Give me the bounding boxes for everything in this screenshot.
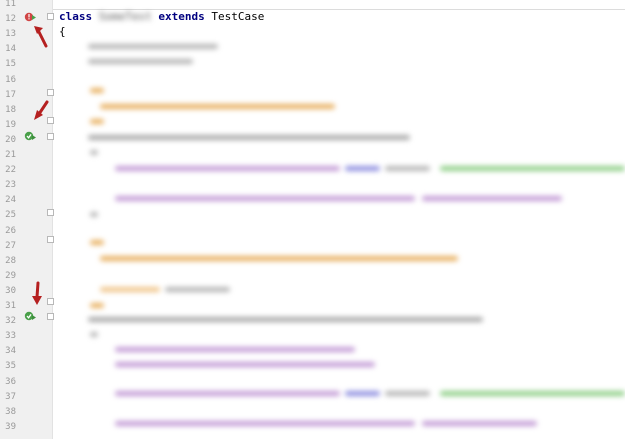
line-number: 38	[5, 406, 16, 417]
run-method-passed-icon[interactable]	[24, 130, 36, 142]
class-declaration-line[interactable]: class SomeTest extends TestCase	[59, 11, 264, 23]
line-number: 32	[5, 316, 16, 327]
line-number: 16	[5, 74, 16, 85]
line-number: 30	[5, 285, 16, 296]
line-number: 13	[5, 29, 16, 40]
line-number: 37	[5, 391, 16, 402]
line-number: 11	[5, 0, 16, 9]
run-method-passed-icon[interactable]	[24, 310, 36, 322]
line-number: 34	[5, 346, 16, 357]
line-number: 23	[5, 180, 16, 191]
fold-marker[interactable]	[47, 89, 54, 96]
fold-marker[interactable]	[47, 133, 54, 140]
fold-marker[interactable]	[47, 13, 54, 20]
fold-marker[interactable]	[47, 209, 54, 216]
fold-marker[interactable]	[47, 236, 54, 243]
line-number: 18	[5, 104, 16, 115]
line-number: 12	[5, 14, 16, 25]
line-number: 19	[5, 119, 16, 130]
red-arrow-icon	[34, 100, 49, 120]
line-number: 28	[5, 255, 16, 266]
class-name-obscured: SomeTest	[98, 10, 152, 23]
line-number: 26	[5, 225, 16, 236]
red-arrow-icon	[32, 281, 42, 305]
red-arrow-icon	[34, 26, 48, 48]
line-number: 25	[5, 210, 16, 221]
open-brace: {	[59, 25, 66, 38]
line-number: 31	[5, 301, 16, 311]
line-number: 39	[5, 421, 16, 432]
line-number: 36	[5, 376, 16, 387]
line-number: 27	[5, 240, 16, 251]
parent-class-name: TestCase	[211, 10, 265, 23]
line-number: 14	[5, 44, 16, 55]
line-number: 15	[5, 59, 16, 70]
open-brace-line[interactable]: {	[59, 26, 66, 38]
line-number: 17	[5, 89, 16, 100]
line-number: 35	[5, 361, 16, 372]
editor-top-strip	[53, 0, 625, 10]
line-number: 29	[5, 270, 16, 281]
line-number: 24	[5, 195, 16, 206]
extends-keyword: extends	[158, 10, 205, 23]
code-editor[interactable]	[53, 0, 625, 439]
line-number: 33	[5, 331, 16, 342]
line-number: 21	[5, 150, 16, 160]
line-number: 22	[5, 165, 16, 176]
fold-marker[interactable]	[47, 313, 54, 320]
fold-marker[interactable]	[47, 298, 54, 305]
class-keyword: class	[59, 10, 93, 23]
line-number: 20	[5, 134, 16, 145]
